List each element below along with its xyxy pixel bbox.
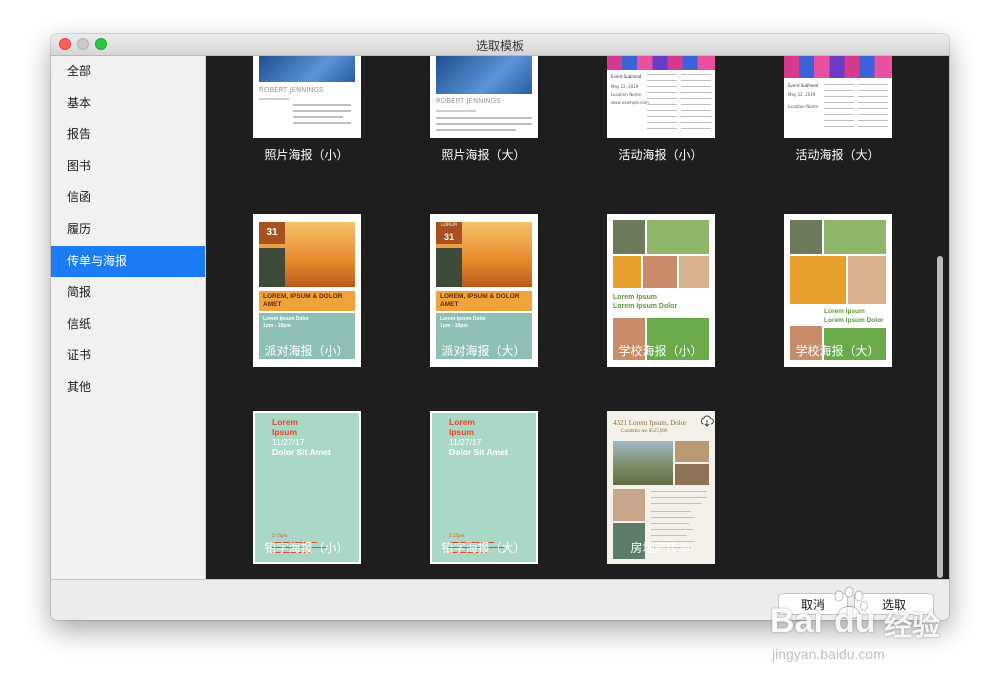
interior-photo [675,464,709,485]
sidebar-item-certificates[interactable]: 证书 [51,340,205,372]
sidebar-item-reports[interactable]: 报告 [51,119,205,151]
template-label-school-poster-small: 学校海报（小） [618,344,703,358]
template-chooser-window: 选取模板 全部 基本 报告 图书 信函 履历 传单与海报 简报 信纸 证书 其他… [51,34,949,620]
event-heading: Event Subhead [611,74,642,79]
photo-tile [790,220,822,254]
party-sub-text: Lorem Ipsum Dolor [440,316,486,322]
cloud-download-icon[interactable] [700,412,714,431]
type-line-3: 11/27/17 [272,437,305,447]
template-label-type-poster-large: 铅字海报（大） [441,541,526,555]
event-banner [607,56,715,70]
type-line-1: Lorem [272,417,298,427]
party-main-text: LOREM, IPSUM & DOLOR AMET [436,291,532,311]
school-heading-2: Lorem Ipsum Dolor [613,303,678,310]
school-heading-2: Lorem Ipsum Dolor [824,317,884,324]
party-main-text: LOREM, IPSUM & DOLOR AMET [259,291,355,311]
party-date-number: 31 [259,222,285,244]
template-label-party-poster-large: 派对海报（大） [441,344,526,358]
party-time-text: 1pm - 10pm [440,323,468,329]
photo-tile [679,256,709,288]
category-sidebar: 全部 基本 报告 图书 信函 履历 传单与海报 简报 信纸 证书 其他 [51,56,206,579]
photo-image [259,56,355,82]
party-sub-text: Lorem Ipsum Dolor [263,316,309,322]
template-label-photo-poster-large: 照片海报（大） [441,148,526,162]
vertical-scrollbar[interactable] [937,256,943,578]
event-date: May 22, 2019 [611,84,639,89]
type-line-1: Lorem [449,417,475,427]
template-thumb-photo-poster-small[interactable]: ROBERT JENNINGS [253,56,361,138]
photo-tile [643,256,677,288]
sidebar-item-other[interactable]: 其他 [51,372,205,404]
party-time-text: 1pm - 10pm [263,323,291,329]
type-time-text: 5:15pm [449,533,465,538]
party-date-number: 31 [436,230,462,244]
sidebar-item-basic[interactable]: 基本 [51,88,205,120]
template-label-school-poster-large: 学校海报（大） [795,344,880,358]
sidebar-item-letters[interactable]: 信函 [51,182,205,214]
watermark-url-text: jingyan.baidu.com [772,646,885,662]
template-label-real-estate-flyer: 房地产传单 [630,541,691,555]
photo-tile [647,220,709,254]
template-label-party-poster-small: 派对海报（小） [264,344,349,358]
template-thumb-event-poster-small[interactable]: Event Subhead May 22, 2019 Location Name… [607,56,715,138]
sidebar-item-stationery[interactable]: 信纸 [51,309,205,341]
watermark-cn-text: 经验 [884,609,941,642]
type-line-2: Ipsum [272,427,298,437]
surfer-photo [436,248,462,287]
sidebar-item-all[interactable]: 全部 [51,56,205,88]
watermark-brand-text: Bai [770,602,823,640]
event-heading: Event Subhead [788,83,819,88]
title-bar: 选取模板 [51,34,949,56]
sidebar-item-resumes[interactable]: 履历 [51,214,205,246]
event-location: Location Name [788,104,818,109]
house-photo [613,441,673,485]
agent-photo [613,489,645,521]
photo-tile [613,256,641,288]
baidu-watermark: Bai du 经验 jingyan.baidu.com [770,586,960,670]
window-title: 选取模板 [475,39,524,53]
photo-name-text: ROBERT JENNINGS [259,86,324,94]
event-date: May 22, 2019 [788,92,816,97]
template-thumb-event-poster-large[interactable]: Event Subhead May 22, 2019 Location Name [784,56,892,138]
event-location: Location Name [611,92,641,97]
event-banner [784,56,892,78]
template-label-event-poster-large: 活动海报（大） [795,148,880,162]
surfer-photo [259,248,285,287]
type-line-3: 11/27/17 [449,437,482,447]
photo-name-text: ROBERT JENNINGS [436,97,501,105]
school-heading-1: Lorem Ipsum [613,294,657,301]
type-line-4: Dolor Sit Amet [449,447,508,457]
interior-photo [675,441,709,462]
template-thumb-photo-poster-large[interactable]: ROBERT JENNINGS [430,56,538,138]
watermark-brand-text-2: du [834,602,876,640]
sidebar-item-flyers-posters[interactable]: 传单与海报 [51,245,205,278]
sidebar-item-books[interactable]: 图书 [51,151,205,183]
photo-tile [790,256,846,304]
photo-image [436,56,532,94]
sidebar-item-newsletters[interactable]: 简报 [51,277,205,309]
template-grid: ROBERT JENNINGS 照片海报（小） ROBERT JENNINGS … [206,56,949,579]
photo-tile [613,220,645,254]
type-time-text: 5:15pm [272,533,288,538]
real-estate-address: 4321 Lorem Ipsum, Dolor [613,419,687,427]
school-heading-1: Lorem Ipsum [824,308,865,315]
real-estate-price: Curabitur leo $525,000 [621,429,668,434]
photo-tile [824,220,886,254]
template-label-event-poster-small: 活动海报（小） [618,148,703,162]
type-line-4: Dolor Sit Amet [272,447,331,457]
event-site: www.example.com [611,100,649,105]
party-month-text: LOREM [436,222,462,230]
photo-tile [848,256,886,304]
template-label-photo-poster-small: 照片海报（小） [264,148,349,162]
template-label-type-poster-small: 铅字海报（小） [264,541,349,555]
type-line-2: Ipsum [449,427,475,437]
